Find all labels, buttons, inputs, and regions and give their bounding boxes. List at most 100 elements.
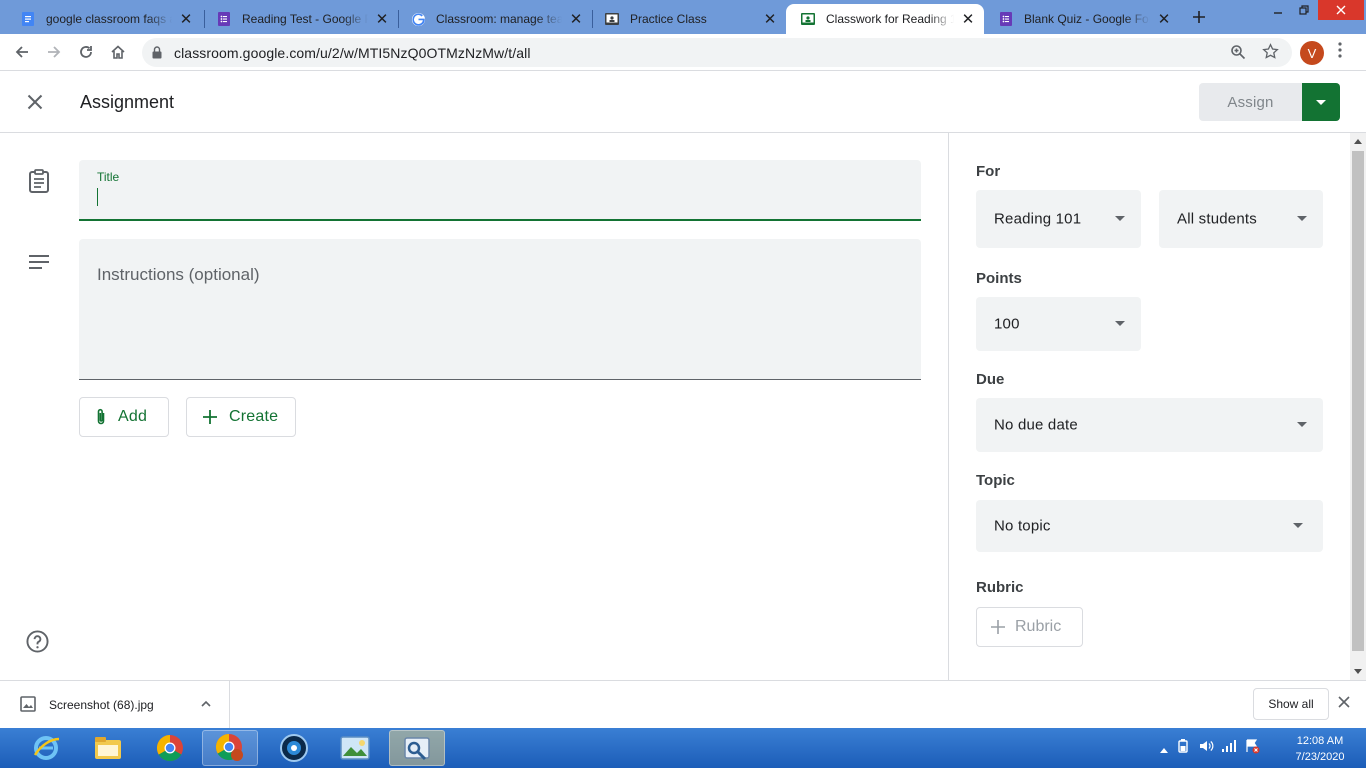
show-hidden-icons-icon[interactable] bbox=[1160, 740, 1168, 758]
add-attachment-button[interactable]: Add bbox=[79, 397, 169, 437]
tab-title: Reading Test - Google Fo bbox=[242, 12, 368, 26]
home-icon[interactable] bbox=[106, 40, 130, 64]
page-title: Assignment bbox=[80, 92, 175, 112]
network-signal-icon[interactable] bbox=[1221, 738, 1237, 759]
forward-icon[interactable] bbox=[42, 40, 66, 64]
window-close-icon[interactable] bbox=[1318, 0, 1364, 20]
assignment-header: Assignment Assign bbox=[0, 71, 1366, 133]
points-select[interactable]: 100 bbox=[976, 297, 1141, 351]
minimize-icon[interactable] bbox=[1266, 0, 1290, 20]
assign-options-dropdown[interactable] bbox=[1302, 83, 1340, 121]
close-icon[interactable] bbox=[22, 89, 48, 115]
tab-google-classroom-faqs[interactable]: google classroom faqs a ✕ bbox=[6, 4, 202, 34]
for-label: For bbox=[976, 163, 1001, 180]
due-date-select[interactable]: No due date bbox=[976, 398, 1323, 452]
system-tray bbox=[1160, 738, 1260, 759]
classroom-icon bbox=[604, 11, 620, 27]
show-all-downloads-button[interactable]: Show all bbox=[1253, 688, 1329, 720]
new-tab-icon[interactable] bbox=[1188, 6, 1210, 28]
snipping-tool-icon[interactable] bbox=[389, 730, 445, 766]
clock-time: 12:08 AM bbox=[1296, 735, 1344, 747]
close-tab-icon[interactable]: ✕ bbox=[178, 11, 194, 28]
topic-label: Topic bbox=[976, 472, 1015, 489]
download-item[interactable]: Screenshot (68).jpg bbox=[0, 681, 230, 728]
tab-blank-quiz[interactable]: Blank Quiz - Google Form ✕ bbox=[984, 4, 1180, 34]
close-tab-icon[interactable]: ✕ bbox=[568, 11, 584, 28]
class-select-value: Reading 101 bbox=[994, 210, 1082, 228]
volume-icon[interactable] bbox=[1198, 738, 1214, 759]
rubric-label: Rubric bbox=[976, 579, 1024, 596]
chevron-up-icon[interactable] bbox=[200, 697, 212, 715]
browser-menu-icon[interactable] bbox=[1338, 42, 1342, 63]
caret-down-icon bbox=[1316, 99, 1326, 105]
instructions-placeholder: Instructions (optional) bbox=[97, 265, 260, 284]
students-select-value: All students bbox=[1177, 210, 1257, 228]
topic-value: No topic bbox=[994, 517, 1051, 535]
close-tab-icon[interactable]: ✕ bbox=[1156, 11, 1172, 28]
tab-title: Classroom: manage teac bbox=[436, 12, 562, 26]
dropdown-arrow-icon bbox=[1115, 216, 1125, 221]
assign-button[interactable]: Assign bbox=[1199, 83, 1302, 121]
file-explorer-icon[interactable] bbox=[80, 730, 136, 766]
profile-avatar[interactable]: V bbox=[1300, 41, 1324, 65]
tab-title: Classwork for Reading 10 bbox=[826, 12, 954, 26]
add-rubric-button[interactable]: Rubric bbox=[976, 607, 1083, 647]
due-label: Due bbox=[976, 371, 1005, 388]
close-download-shelf-icon[interactable] bbox=[1338, 695, 1350, 713]
tab-classwork-for-reading[interactable]: Classwork for Reading 10 ✕ bbox=[786, 4, 984, 34]
close-tab-icon[interactable]: ✕ bbox=[960, 11, 976, 28]
add-label: Add bbox=[118, 408, 148, 425]
dropdown-arrow-icon bbox=[1293, 523, 1303, 528]
text-cursor bbox=[97, 188, 98, 206]
create-label: Create bbox=[229, 408, 279, 425]
browser-tab-strip: google classroom faqs a ✕ Reading Test -… bbox=[0, 0, 1366, 34]
points-label: Points bbox=[976, 270, 1022, 287]
lock-icon bbox=[152, 46, 162, 64]
scroll-down-icon[interactable] bbox=[1354, 669, 1362, 674]
forms-icon bbox=[998, 11, 1014, 27]
tab-classroom-manage-teachers[interactable]: Classroom: manage teac ✕ bbox=[396, 4, 592, 34]
points-select-value: 100 bbox=[994, 315, 1020, 333]
create-button[interactable]: Create bbox=[186, 397, 296, 437]
instructions-field[interactable]: Instructions (optional) bbox=[79, 239, 921, 380]
students-select[interactable]: All students bbox=[1159, 190, 1323, 248]
help-icon[interactable] bbox=[26, 630, 49, 658]
scroll-up-icon[interactable] bbox=[1354, 139, 1362, 144]
media-app-icon[interactable] bbox=[266, 730, 322, 766]
dropdown-arrow-icon bbox=[1297, 422, 1307, 427]
url-text: classroom.google.com/u/2/w/MTI5NzQ0OTMzN… bbox=[174, 45, 531, 61]
forms-icon bbox=[216, 11, 232, 27]
rubric-button-label: Rubric bbox=[1015, 618, 1062, 635]
back-icon[interactable] bbox=[10, 40, 34, 64]
due-date-value: No due date bbox=[994, 416, 1078, 434]
download-shelf: Screenshot (68).jpg Show all bbox=[0, 680, 1366, 728]
bookmark-star-icon[interactable] bbox=[1262, 43, 1279, 65]
dropdown-arrow-icon bbox=[1297, 216, 1307, 221]
restore-icon[interactable] bbox=[1292, 0, 1316, 20]
tab-reading-test[interactable]: Reading Test - Google Fo ✕ bbox=[202, 4, 398, 34]
assignment-clipboard-icon bbox=[28, 169, 50, 198]
photo-viewer-icon[interactable] bbox=[327, 730, 383, 766]
tab-title: Blank Quiz - Google Form bbox=[1024, 12, 1150, 26]
image-file-icon bbox=[20, 696, 36, 717]
address-bar[interactable]: classroom.google.com/u/2/w/MTI5NzQ0OTMzN… bbox=[142, 38, 1292, 67]
reload-icon[interactable] bbox=[74, 40, 98, 64]
topic-select[interactable]: No topic bbox=[976, 500, 1323, 552]
chrome-icon[interactable] bbox=[142, 730, 198, 766]
browser-toolbar: classroom.google.com/u/2/w/MTI5NzQ0OTMzN… bbox=[0, 34, 1366, 71]
internet-explorer-icon[interactable] bbox=[18, 730, 74, 766]
action-center-flag-icon[interactable] bbox=[1244, 738, 1260, 759]
instructions-lines-icon bbox=[28, 254, 50, 275]
taskbar-clock[interactable]: 12:08 AM 7/23/2020 bbox=[1280, 733, 1360, 765]
settings-scrollbar[interactable] bbox=[1350, 133, 1366, 680]
title-field[interactable]: Title bbox=[79, 160, 921, 221]
zoom-icon[interactable] bbox=[1230, 44, 1246, 65]
power-icon[interactable] bbox=[1175, 738, 1191, 759]
close-tab-icon[interactable]: ✕ bbox=[762, 11, 778, 28]
chrome-profile-taskbar-icon[interactable] bbox=[202, 730, 258, 766]
close-tab-icon[interactable]: ✕ bbox=[374, 11, 390, 28]
windows-taskbar: 12:08 AM 7/23/2020 bbox=[0, 728, 1366, 768]
class-select[interactable]: Reading 101 bbox=[976, 190, 1141, 248]
tab-practice-class[interactable]: Practice Class ✕ bbox=[590, 4, 786, 34]
scrollbar-thumb[interactable] bbox=[1352, 151, 1364, 651]
